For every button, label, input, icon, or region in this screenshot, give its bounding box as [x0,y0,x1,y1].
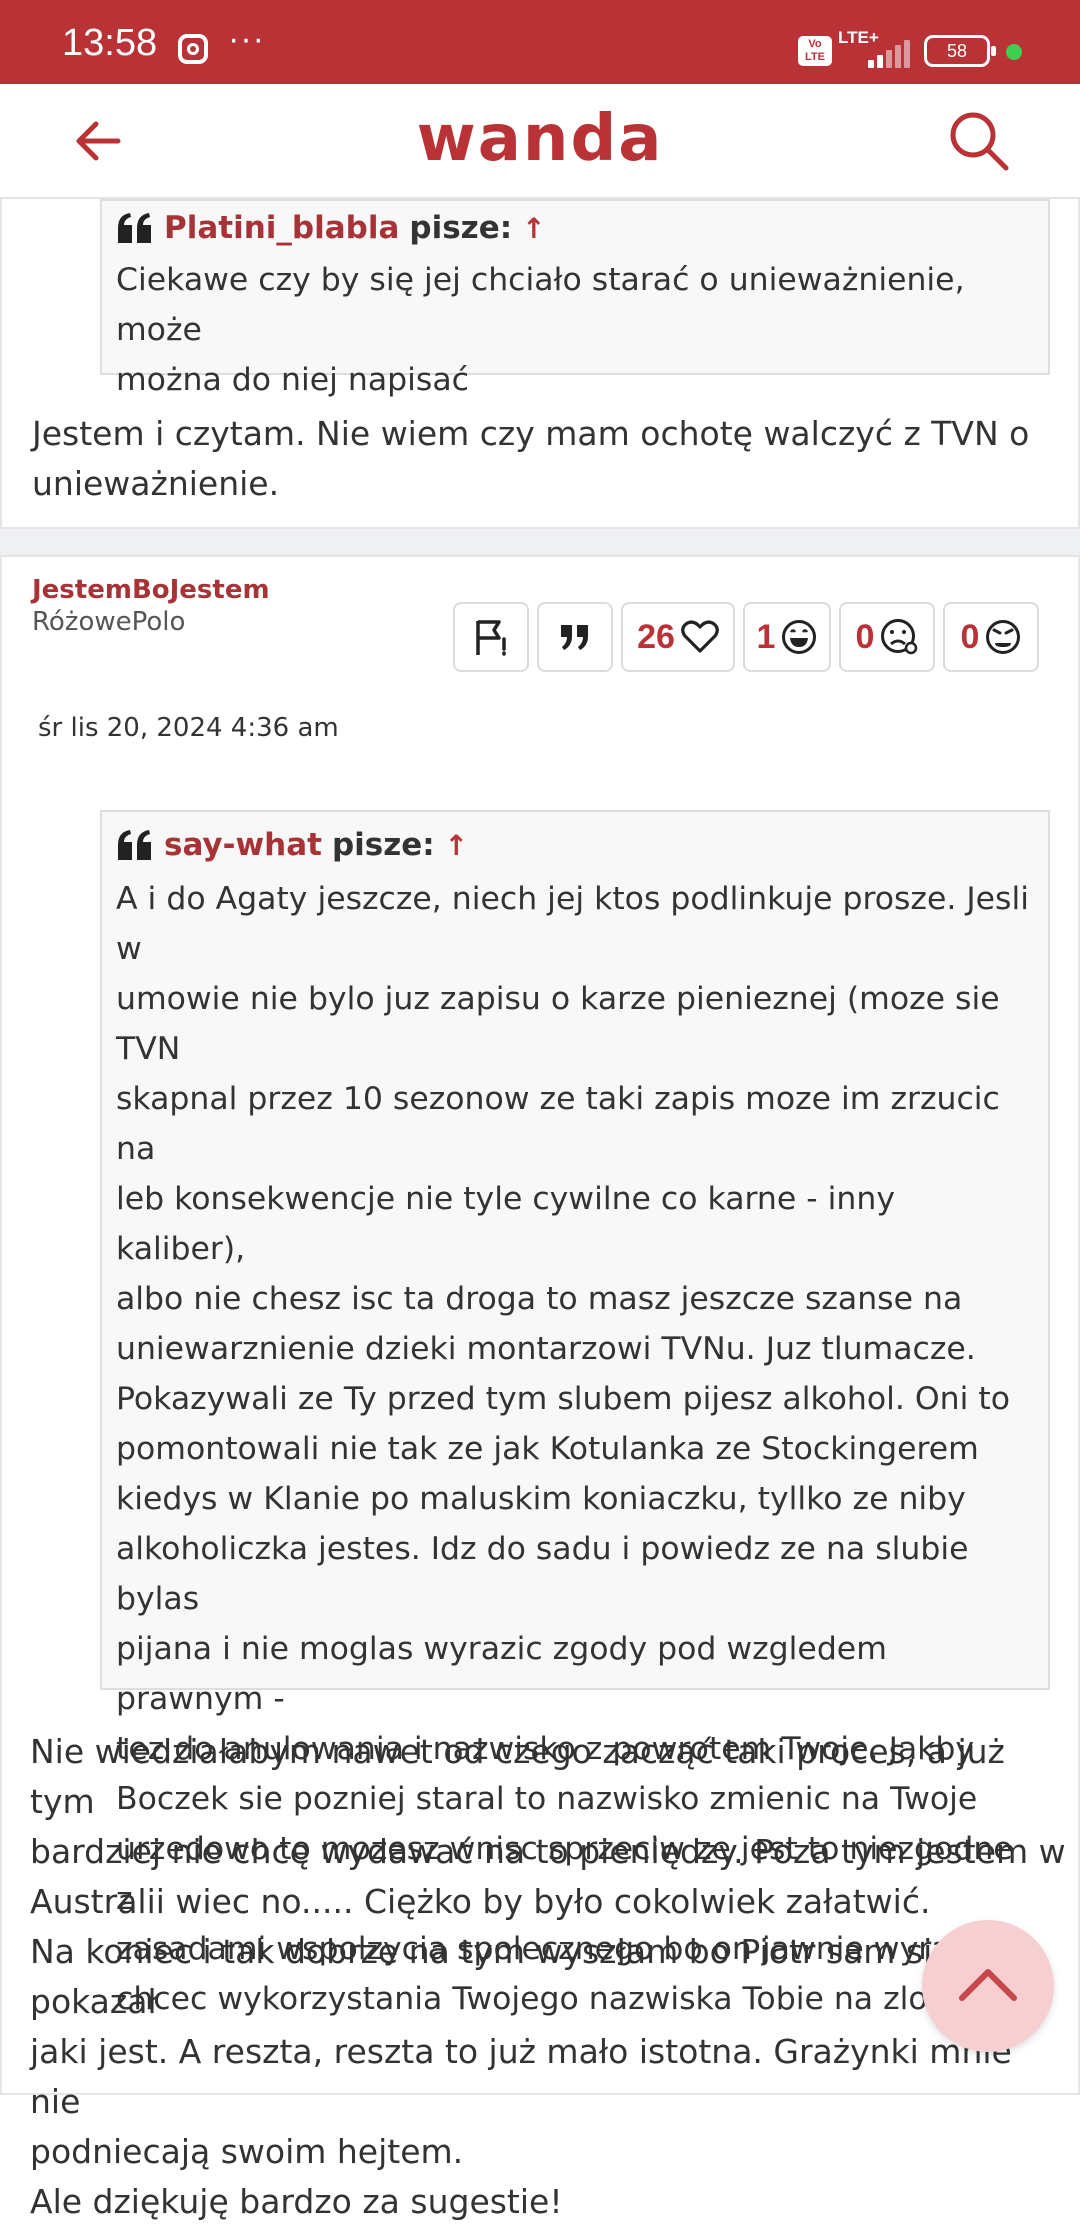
clock: 13:58 [62,22,158,64]
chevron-up-icon [959,1969,1017,2001]
post-separator [0,529,1080,555]
quote-marks-icon [561,625,588,650]
battery-icon: 58 [924,35,996,67]
heart-icon [681,620,719,653]
post-author-link[interactable]: JestemBoJestem [32,575,270,605]
signal-icon [868,38,916,68]
scroll-to-top-button[interactable] [922,1920,1054,2052]
quote-block: say-what pisze: ↑ A i do Agaty jeszcze, … [100,810,1050,2017]
privacy-indicator-icon [1006,44,1022,60]
instagram-icon [178,34,208,64]
quote-text: Ciekawe czy by się jej chciało starać o … [116,262,965,398]
angry-count: 0 [960,617,980,656]
post-1: Platini_blabla pisze: ↑ Ciekawe czy by s… [0,199,1080,529]
quote-block: Platini_blabla pisze: ↑ Ciekawe czy by s… [100,199,1050,398]
quote-says-label: pisze: [331,827,435,863]
sad-face-icon [881,619,918,655]
laughing-face-icon [782,620,817,654]
sad-reaction-button[interactable]: 0 [839,602,935,672]
laugh-count: 1 [756,617,776,656]
post-body: Nie wiedziałabym nawet od czego zacząć t… [30,1732,1066,2221]
report-flag-icon [476,620,506,656]
quote-button[interactable] [537,602,613,672]
post-body: Jestem i czytam. Nie wiem czy mam ochotę… [32,414,1030,503]
jump-to-quote-link[interactable]: ↑ [445,829,468,862]
like-button[interactable]: 26 [621,602,735,672]
site-logo[interactable]: wanda [0,102,1080,176]
like-count: 26 [637,617,675,656]
angry-face-icon [986,620,1021,654]
more-notifications-icon: ··· [228,20,265,58]
quote-says-label: pisze: [409,210,513,246]
jump-to-quote-link[interactable]: ↑ [522,212,545,245]
user-rank: RóżowePolo [32,607,186,637]
search-icon [950,112,1009,171]
search-button[interactable] [946,108,1012,174]
app-header: wanda [0,84,1080,199]
sad-count: 0 [855,617,875,656]
volte-icon: Vo LTE [798,36,832,66]
laugh-reaction-button[interactable]: 1 [743,602,831,672]
post-2: JestemBoJestem RóżowePolo 26 1 0 0 śr li… [0,555,1080,2221]
quote-icon [118,830,151,860]
quote-header: say-what pisze: ↑ [116,816,1034,874]
report-button[interactable] [453,602,529,672]
quote-icon [118,213,151,243]
post-date: śr lis 20, 2024 4:36 am [38,713,339,743]
status-bar: 13:58 ··· Vo LTE LTE+ 58 [0,0,1080,84]
quote-author-link[interactable]: Platini_blabla [164,210,399,246]
angry-reaction-button[interactable]: 0 [943,602,1039,672]
quote-header: Platini_blabla pisze: ↑ [116,201,1034,255]
quote-author-link[interactable]: say-what [164,827,322,863]
